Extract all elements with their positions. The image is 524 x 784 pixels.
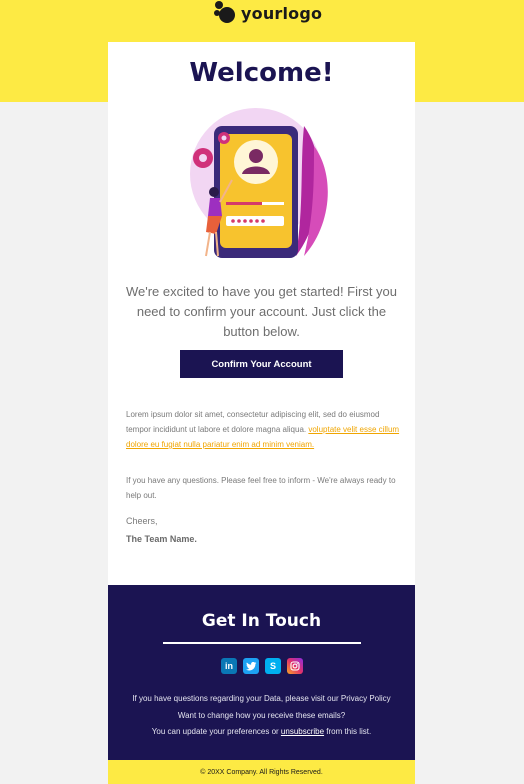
paragraph-lorem: Lorem ipsum dolor sit amet, consectetur … (126, 407, 401, 452)
linkedin-icon[interactable]: in (221, 658, 237, 674)
social-links: in S (221, 658, 303, 674)
unsubscribe-link[interactable]: unsubscribe (281, 727, 324, 736)
skype-icon[interactable]: S (265, 658, 281, 674)
footer-title: Get In Touch (201, 611, 322, 631)
footer-unsubscribe-line: You can update your preferences or unsub… (108, 727, 415, 736)
signoff: Cheers, (126, 516, 158, 526)
confirm-account-button[interactable]: Confirm Your Account (180, 350, 343, 378)
copyright-text: © 20XX Company. All Rights Reserved. (200, 768, 323, 776)
copyright-bar: © 20XX Company. All Rights Reserved. (108, 760, 415, 784)
instagram-icon[interactable] (287, 658, 303, 674)
unsubscribe-suffix: from this list. (326, 727, 372, 736)
logo-text: yourlogo (241, 3, 323, 23)
paragraph-questions: If you have any questions. Please feel f… (126, 476, 396, 500)
logo-mark-icon (214, 1, 235, 23)
page-title: Welcome! (189, 58, 334, 88)
email-card: Welcome! We're excited to have you get s… (108, 42, 415, 585)
logo[interactable]: yourlogo (213, 0, 322, 26)
team-name: The Team Name. (126, 534, 197, 544)
footer: Get In Touch in S If you have questions … (108, 585, 415, 760)
footer-divider (163, 642, 361, 644)
unsubscribe-prefix: You can update your preferences or (151, 727, 279, 736)
phone-illustration (190, 108, 328, 258)
twitter-icon[interactable] (243, 658, 259, 674)
intro-text: We're excited to have you get started! F… (125, 284, 398, 339)
footer-preferences-line: Want to change how you receive these ema… (177, 711, 346, 720)
footer-privacy-line: If you have questions regarding your Dat… (132, 694, 391, 703)
